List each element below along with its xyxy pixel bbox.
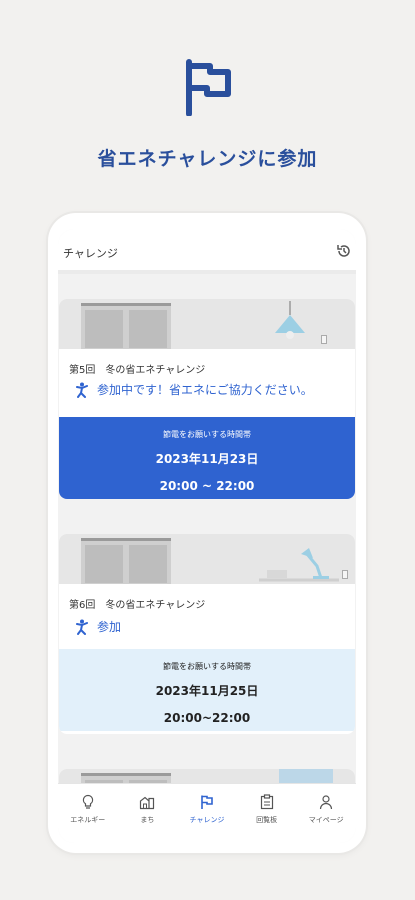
challenge-meta: 第5回 冬の省エネチャレンジ <box>69 365 206 376</box>
challenge-meta: 第6回 冬の省エネチャレンジ <box>69 600 206 611</box>
window-curtain-illustration <box>81 303 171 349</box>
window-curtain-illustration <box>81 538 171 584</box>
challenge-time: 20:00 ~ 22:00 <box>159 479 255 493</box>
tab-mypage[interactable]: マイページ <box>296 784 356 843</box>
status-text: 参加中です！省エネにご協力ください。 <box>97 383 313 397</box>
status-row: 参加中です！省エネにご協力ください。 <box>75 381 313 398</box>
status-text: 参加 <box>97 620 122 634</box>
flag-icon <box>201 795 213 809</box>
challenge-time: 20:00~22:00 <box>163 711 251 725</box>
time-label: 節電をお願いする時間帯 <box>163 662 251 671</box>
tab-town[interactable]: まち <box>118 784 178 843</box>
outlet-illustration <box>321 335 327 344</box>
clipboard-icon <box>260 794 273 810</box>
tab-label: エネルギー <box>70 816 106 824</box>
tab-challenge[interactable]: チャレンジ <box>177 784 237 843</box>
hero-title: 省エネチャレンジに参加 <box>97 148 318 170</box>
card-illustration <box>59 534 355 584</box>
phone-frame: チャレンジ 第5回 冬の省エネチャレンジ 参加中です！省エネにご協力ください。 … <box>48 213 366 853</box>
app-bar: チャレンジ <box>58 229 356 274</box>
time-slot-box: 節電をお願いする時間帯 2023年11月25日 20:00~22:00 <box>59 649 355 731</box>
flag-icon <box>186 59 231 116</box>
page-title: チャレンジ <box>63 247 118 260</box>
challenge-card[interactable]: 第5回 冬の省エネチャレンジ 参加中です！省エネにご協力ください。 節電をお願い… <box>59 299 355 499</box>
outlet-illustration <box>342 570 348 579</box>
town-icon <box>140 796 155 810</box>
history-icon[interactable] <box>336 243 352 259</box>
time-label: 節電をお願いする時間帯 <box>163 430 251 439</box>
challenge-date: 2023年11月23日 <box>155 452 259 466</box>
person-running-icon <box>76 619 88 635</box>
lightbulb-icon <box>82 794 93 809</box>
tab-energy[interactable]: エネルギー <box>58 784 118 843</box>
tab-label: チャレンジ <box>189 816 225 824</box>
challenge-date: 2023年11月25日 <box>155 684 259 698</box>
app-screen: チャレンジ 第5回 冬の省エネチャレンジ 参加中です！省エネにご協力ください。 … <box>58 229 356 843</box>
desk-lamp-illustration <box>259 548 339 582</box>
person-icon <box>320 795 333 810</box>
card-illustration <box>59 299 355 349</box>
tab-label: 回覧板 <box>256 816 278 824</box>
status-row: 参加 <box>75 618 121 635</box>
tab-label: まち <box>140 816 155 824</box>
tab-label: マイページ <box>308 816 344 824</box>
time-slot-box: 節電をお願いする時間帯 2023年11月23日 20:00 ~ 22:00 <box>59 417 355 499</box>
challenge-card[interactable]: 第6回 冬の省エネチャレンジ 参加 節電をお願いする時間帯 2023年11月25… <box>59 534 355 734</box>
ceiling-lamp-illustration <box>275 301 305 339</box>
person-running-icon <box>76 382 88 398</box>
tab-bulletin[interactable]: 回覧板 <box>237 784 297 843</box>
tab-bar: エネルギー まち チャレンジ 回覧板 マイページ <box>58 783 356 843</box>
